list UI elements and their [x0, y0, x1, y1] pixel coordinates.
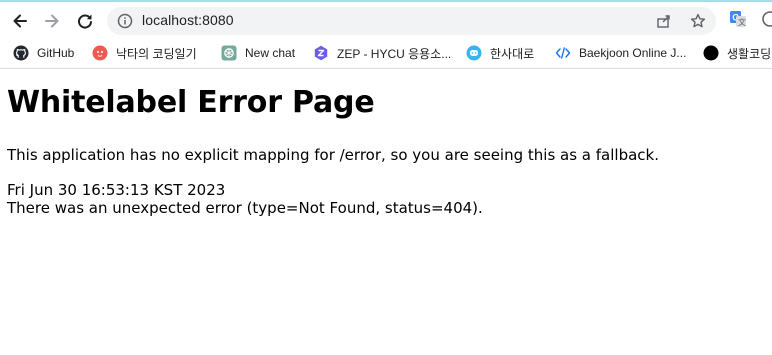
bookmark-label: Baekjoon Online J...: [579, 46, 687, 60]
forward-button[interactable]: [39, 8, 65, 34]
address-bar[interactable]: localhost:8080: [107, 7, 716, 35]
bookmark-new-chat[interactable]: New chat: [221, 43, 295, 63]
bookmarks-bar: GitHub 낙타의 코딩일기 New chat ZEP - HYCU 응용소.…: [0, 38, 772, 69]
translate-extension-icon[interactable]: G 文: [729, 10, 747, 28]
page-title: Whitelabel Error Page: [7, 85, 375, 120]
error-status: There was an unexpected error (type=Not …: [7, 199, 483, 217]
zep-icon: [314, 45, 328, 61]
github-icon: [13, 45, 29, 61]
bookmark-label: ZEP - HYCU 응용소...: [337, 46, 452, 61]
share-icon[interactable]: [656, 13, 672, 29]
bookmark-hansa[interactable]: 한사대로: [466, 43, 534, 63]
bookmark-label: GitHub: [37, 46, 75, 60]
error-message: This application has no explicit mapping…: [7, 146, 659, 164]
bookmark-life-coding[interactable]: 생활코딩: [703, 43, 771, 63]
reload-icon: [78, 14, 92, 29]
reload-button[interactable]: [72, 8, 98, 34]
camel-blog-icon: [92, 45, 108, 61]
bookmark-baekjoon[interactable]: Baekjoon Online J...: [555, 43, 686, 63]
code-brackets-icon: [555, 47, 571, 59]
black-circle-icon: [703, 45, 719, 61]
back-arrow-icon: [13, 14, 27, 28]
bookmark-zep[interactable]: ZEP - HYCU 응용소...: [313, 43, 451, 63]
chat-bubble-icon: [466, 45, 482, 61]
bookmark-camel-blog[interactable]: 낙타의 코딩일기: [92, 43, 197, 63]
error-details: Fri Jun 30 16:53:13 KST 2023 There was a…: [7, 181, 483, 217]
bookmark-label: 낙타의 코딩일기: [116, 46, 197, 61]
extension-circle-icon[interactable]: [761, 10, 772, 28]
error-timestamp: Fri Jun 30 16:53:13 KST 2023: [7, 181, 226, 199]
bookmark-label: 한사대로: [490, 46, 535, 61]
info-icon[interactable]: [117, 13, 133, 29]
forward-arrow-icon: [45, 14, 59, 28]
bookmark-label: New chat: [245, 46, 296, 60]
bookmark-label: 생활코딩: [727, 46, 772, 61]
chatgpt-icon: [221, 45, 237, 61]
back-button[interactable]: [7, 8, 33, 34]
bookmark-star-icon[interactable]: [690, 13, 706, 29]
browser-toolbar: localhost:8080 G 文: [0, 2, 772, 38]
url-text[interactable]: localhost:8080: [142, 12, 234, 28]
svg-text:文: 文: [738, 17, 746, 27]
bookmark-github[interactable]: GitHub: [13, 43, 74, 63]
